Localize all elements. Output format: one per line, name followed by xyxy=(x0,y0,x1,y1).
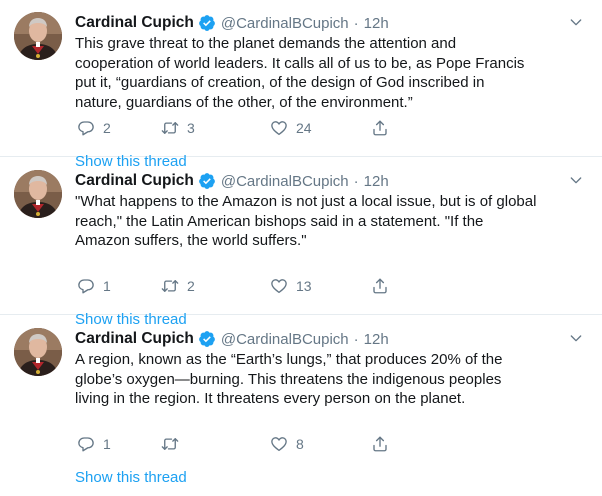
tweet[interactable]: Cardinal Cupich @CardinalBCupich · 12h A… xyxy=(0,316,602,496)
share-icon xyxy=(371,119,389,137)
retweet-button[interactable] xyxy=(161,434,187,454)
verified-badge-icon xyxy=(198,330,216,348)
tweet-text-line: cooperation of world leaders. It calls a… xyxy=(75,54,525,72)
share-button[interactable] xyxy=(371,118,389,138)
tweet-text-line: "What happens to the Amazon is not just … xyxy=(75,193,537,210)
verified-badge-icon xyxy=(198,172,216,190)
like-button[interactable]: 24 xyxy=(270,118,312,138)
retweet-count: 2 xyxy=(187,278,195,294)
like-count: 24 xyxy=(296,120,312,136)
reply-count: 1 xyxy=(103,436,111,452)
author-name[interactable]: Cardinal Cupich xyxy=(75,330,194,348)
reply-count: 1 xyxy=(103,278,111,294)
chevron-down-icon[interactable] xyxy=(568,172,584,188)
chevron-down-icon[interactable] xyxy=(568,14,584,30)
tweet-actions: 2 3 24 xyxy=(75,118,395,138)
author-name[interactable]: Cardinal Cupich xyxy=(75,14,194,32)
tweet-header: Cardinal Cupich @CardinalBCupich · 12h xyxy=(75,12,389,34)
chevron-down-icon[interactable] xyxy=(568,330,584,346)
share-icon xyxy=(371,277,389,295)
author-handle[interactable]: @CardinalBCupich xyxy=(221,173,349,190)
tweet-text: "What happens to the Amazon is not just … xyxy=(75,192,575,251)
tweet-text-line: globe’s oxygen—burning. This threatens t… xyxy=(75,370,502,388)
tweet-text-line: Amazon suffers, the world suffers." xyxy=(75,232,307,249)
retweet-count: 3 xyxy=(187,120,195,136)
author-handle[interactable]: @CardinalBCupich xyxy=(221,331,349,348)
reply-icon xyxy=(77,277,95,295)
retweet-button[interactable]: 3 xyxy=(161,118,195,138)
reply-icon xyxy=(77,119,95,137)
tweet-text: A region, known as the “Earth’s lungs,” … xyxy=(75,350,575,409)
tweet-header: Cardinal Cupich @CardinalBCupich · 12h xyxy=(75,328,389,350)
author-name[interactable]: Cardinal Cupich xyxy=(75,172,194,190)
timestamp[interactable]: 12h xyxy=(364,331,389,348)
separator-dot: · xyxy=(353,330,359,348)
verified-badge-icon xyxy=(198,14,216,32)
author-handle[interactable]: @CardinalBCupich xyxy=(221,15,349,32)
heart-icon xyxy=(270,119,288,137)
like-count: 8 xyxy=(296,436,304,452)
share-button[interactable] xyxy=(371,276,389,296)
heart-icon xyxy=(270,277,288,295)
tweet-text-line: put it, “guardians of creation, of the d… xyxy=(75,74,485,91)
avatar[interactable] xyxy=(14,12,62,60)
like-button[interactable]: 8 xyxy=(270,434,304,454)
tweet-text: This grave threat to the planet demands … xyxy=(75,34,575,112)
reply-button[interactable]: 1 xyxy=(77,434,111,454)
reply-icon xyxy=(77,435,95,453)
retweet-icon xyxy=(161,277,179,295)
tweet-actions: 1 2 13 xyxy=(75,276,395,296)
reply-count: 2 xyxy=(103,120,111,136)
like-count: 13 xyxy=(296,278,312,294)
retweet-button[interactable]: 2 xyxy=(161,276,195,296)
retweet-icon xyxy=(161,435,179,453)
avatar[interactable] xyxy=(14,170,62,218)
reply-button[interactable]: 2 xyxy=(77,118,111,138)
share-button[interactable] xyxy=(371,434,389,454)
avatar[interactable] xyxy=(14,328,62,376)
tweet-text-line: nature, guardians of the other, of the e… xyxy=(75,93,413,111)
timestamp[interactable]: 12h xyxy=(364,173,389,190)
tweet-header: Cardinal Cupich @CardinalBCupich · 12h xyxy=(75,170,389,192)
separator-dot: · xyxy=(353,14,359,32)
tweet-text-line: This grave threat to the planet demands … xyxy=(75,35,457,52)
separator-dot: · xyxy=(353,172,359,190)
tweet-text-line: living in the region. It threatens every… xyxy=(75,390,466,407)
share-icon xyxy=(371,435,389,453)
tweet-text-line: A region, known as the “Earth’s lungs,” … xyxy=(75,351,503,368)
like-button[interactable]: 13 xyxy=(270,276,312,296)
tweet[interactable]: Cardinal Cupich @CardinalBCupich · 12h "… xyxy=(0,158,602,328)
tweet-text-line: reach," the Latin American bishops said … xyxy=(75,212,484,230)
tweet-actions: 1 8 xyxy=(75,434,395,454)
timestamp[interactable]: 12h xyxy=(364,15,389,32)
tweet[interactable]: Cardinal Cupich @CardinalBCupich · 12h T… xyxy=(0,0,602,170)
heart-icon xyxy=(270,435,288,453)
reply-button[interactable]: 1 xyxy=(77,276,111,296)
show-thread-link[interactable]: Show this thread xyxy=(75,468,187,488)
retweet-icon xyxy=(161,119,179,137)
